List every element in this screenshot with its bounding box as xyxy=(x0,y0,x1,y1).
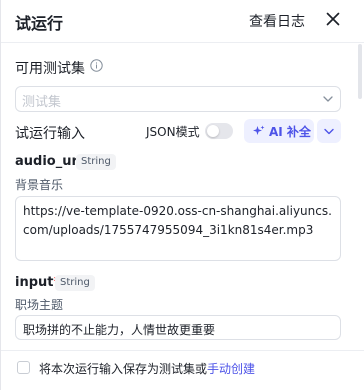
panel-header: 试运行 查看日志 xyxy=(1,0,364,43)
ai-fill-button[interactable]: AI 补全 xyxy=(244,119,314,143)
chevron-down-icon xyxy=(324,128,334,135)
testset-placeholder: 测试集 xyxy=(22,95,62,110)
type-tag: String xyxy=(76,154,116,170)
ai-fill-dropdown-button[interactable] xyxy=(317,119,341,143)
toggle-knob xyxy=(207,125,219,137)
save-as-testset-text: 将本次运行输入保存为测试集或 xyxy=(39,362,208,376)
testset-select[interactable]: 测试集 xyxy=(15,86,341,112)
testset-label: 可用测试集 xyxy=(15,61,85,77)
close-icon xyxy=(326,12,340,26)
field-description: 职场主题 xyxy=(15,298,64,312)
close-button[interactable] xyxy=(324,10,342,28)
chevron-down-icon xyxy=(323,96,333,102)
field-name-input: input* xyxy=(15,275,60,290)
info-icon[interactable] xyxy=(90,59,103,72)
sparkle-icon xyxy=(253,125,265,135)
scrollbar[interactable] xyxy=(358,44,362,99)
test-run-panel: 试运行 查看日志 可用测试集 测试集 试运行输入 JSON模式 AI 补全 au… xyxy=(0,0,364,390)
json-mode-toggle[interactable] xyxy=(205,123,233,139)
manual-create-link[interactable]: 手动创建 xyxy=(207,362,255,376)
field-name-text: input xyxy=(15,275,54,290)
save-as-testset-label: 将本次运行输入保存为测试集或手动创建 xyxy=(39,360,255,377)
footer-divider xyxy=(1,350,364,351)
view-logs-button[interactable]: 查看日志 xyxy=(249,11,305,31)
input-field[interactable]: 职场拼的不止能力，人情世故更重要 xyxy=(15,315,341,340)
run-input-label: 试运行输入 xyxy=(15,126,85,142)
save-as-testset-checkbox[interactable] xyxy=(17,361,30,374)
ai-fill-label: AI 补全 xyxy=(269,125,311,139)
type-tag: String xyxy=(55,275,95,291)
json-mode-label: JSON模式 xyxy=(146,125,200,139)
audio-url-input[interactable]: https://ve-template-0920.oss-cn-shanghai… xyxy=(15,196,341,261)
panel-title: 试运行 xyxy=(15,14,64,33)
field-description: 背景音乐 xyxy=(15,178,64,192)
field-name-text: audio_url xyxy=(15,154,83,169)
